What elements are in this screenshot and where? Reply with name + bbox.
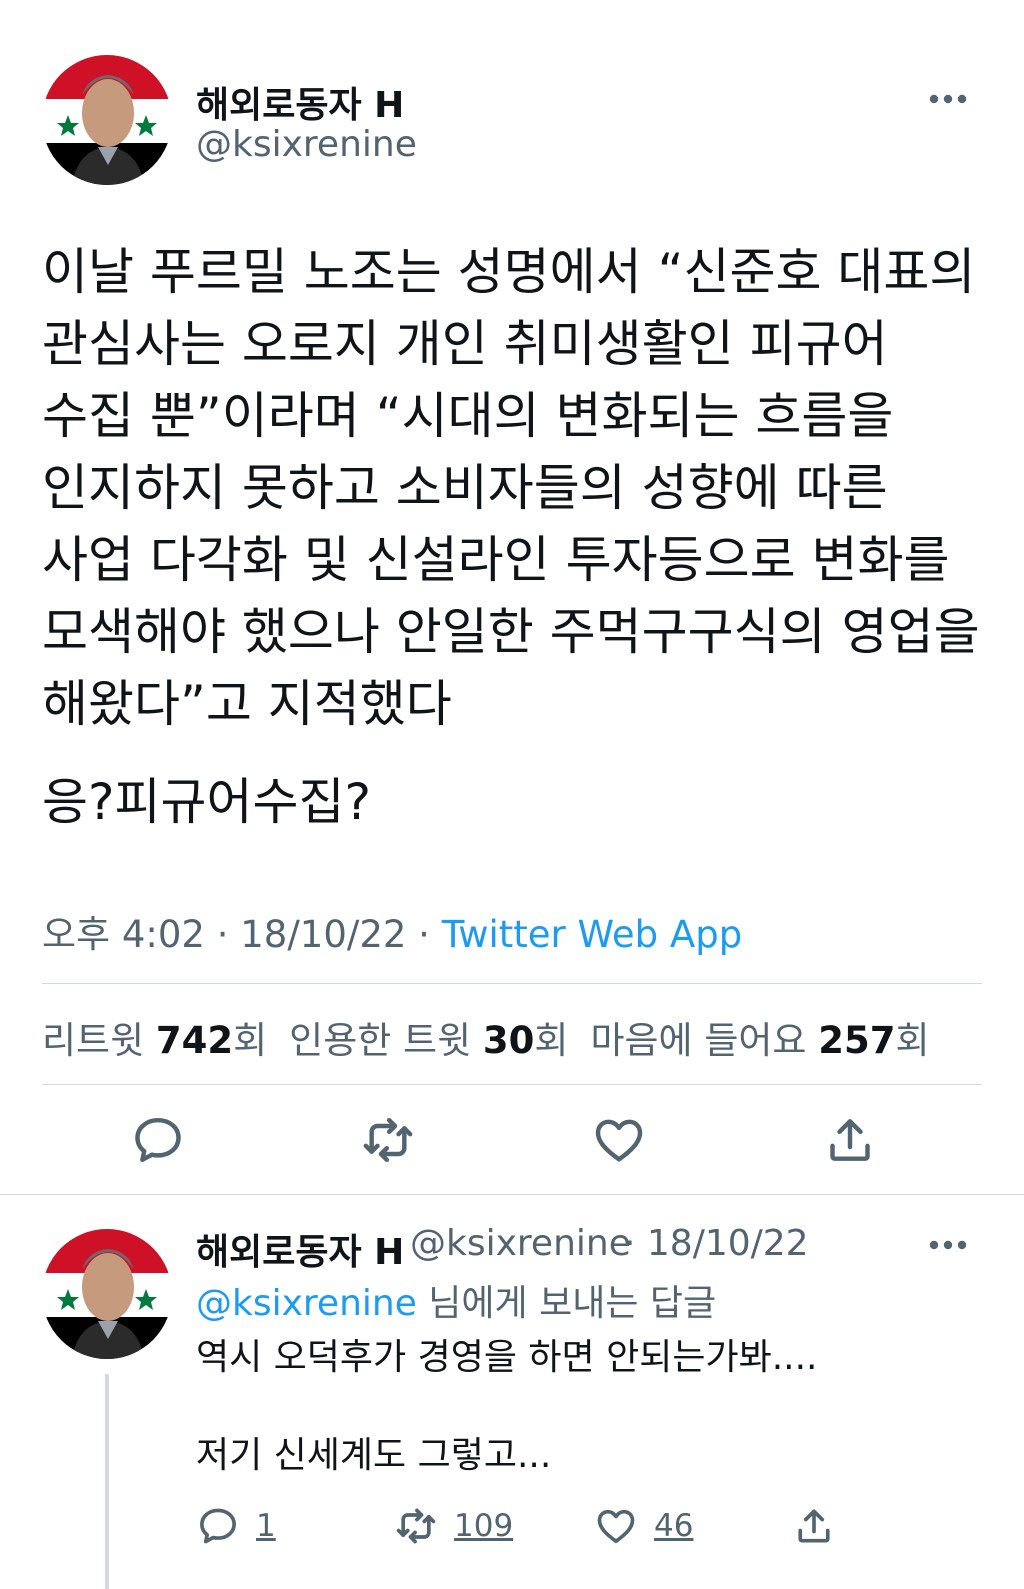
heart-icon [597,1509,635,1544]
likes-suffix: 회 [895,1019,930,1062]
reply-author-avatar[interactable] [42,1229,172,1359]
reply-retweet-count: 109 [454,1508,514,1544]
share-upload-icon [798,1509,830,1543]
share-upload-icon [830,1119,870,1161]
author-name[interactable]: 해외로동자 H [196,76,404,128]
divider [42,1084,982,1085]
reply-line-2: 저기 신세계도 그렇고... [196,1435,552,1476]
retweets-stat[interactable]: 리트윗 742회 [42,1019,267,1062]
reply-mention-link[interactable]: @ksixrenine [196,1283,417,1324]
heart-icon [595,1119,643,1162]
reply-text: 역시 오덕후가 경영을 하면 안되는가봐.... 저기 신세계도 그렇고... [196,1332,976,1528]
likes-count: 257 [818,1019,896,1062]
reply-date[interactable]: · 18/10/22 [624,1223,809,1264]
tweet-time[interactable]: 오후 4:02 [42,913,205,956]
quotes-count: 30 [482,1019,535,1062]
reply-like-button[interactable]: 46 [594,1504,693,1548]
quotes-label: 인용한 트윗 [289,1019,472,1062]
tweet-text: 이날 푸르밀 노조는 성명에서 “신준호 대표의 관심사는 오로지 개인 취미생… [42,243,996,733]
retweet-arrows-icon [396,1508,436,1544]
reply-author-handle[interactable]: @ksixrenine [410,1223,631,1264]
retweet-arrows-icon [363,1117,413,1163]
retweets-label: 리트윗 [42,1019,145,1062]
meta-separator: · [204,913,241,956]
retweet-button[interactable] [360,1112,416,1168]
reply-line-1: 역시 오덕후가 경영을 하면 안되는가봐.... [196,1337,818,1378]
author-handle[interactable]: @ksixrenine [196,124,417,165]
speech-bubble-icon [135,1117,181,1163]
reply-author-name[interactable]: 해외로동자 H [196,1223,404,1275]
more-dots-icon[interactable] [928,91,968,105]
likes-stat[interactable]: 마음에 들어요 257회 [590,1019,929,1062]
replying-to-suffix: 님에게 보내는 답글 [416,1283,717,1324]
retweets-count: 742 [155,1019,234,1062]
more-dots-icon[interactable] [928,1237,968,1251]
quotes-suffix: 회 [534,1019,569,1062]
reply-retweet-button[interactable]: 109 [394,1504,513,1548]
thread-connector-line [105,1374,109,1589]
like-button[interactable] [591,1112,647,1168]
tweet-source-link[interactable]: Twitter Web App [442,913,742,956]
divider [0,1194,1024,1195]
reply-button[interactable] [130,1112,186,1168]
tweet-text-second-paragraph: 응?피규어수집? [42,773,372,831]
tweet-stats: 리트윗 742회 인용한 트윗 30회 마음에 들어요 257회 [42,1010,930,1064]
replying-to: @ksixrenine 님에게 보내는 답글 [196,1274,716,1326]
meta-separator: · [406,913,442,956]
retweets-suffix: 회 [233,1019,268,1062]
divider [42,983,982,984]
reply-like-count: 46 [654,1508,694,1544]
reply-share-button[interactable] [792,1504,836,1548]
reply-reply-count: 1 [256,1508,276,1544]
reply-reply-button[interactable]: 1 [196,1504,276,1548]
likes-label: 마음에 들어요 [590,1019,807,1062]
quotes-stat[interactable]: 인용한 트윗 30회 [289,1019,568,1062]
author-avatar[interactable] [42,55,172,185]
speech-bubble-icon [200,1508,236,1544]
tweet-date[interactable]: 18/10/22 [240,913,406,956]
share-button[interactable] [822,1112,878,1168]
tweet-meta: 오후 4:02 · 18/10/22 · Twitter Web App [42,904,742,958]
